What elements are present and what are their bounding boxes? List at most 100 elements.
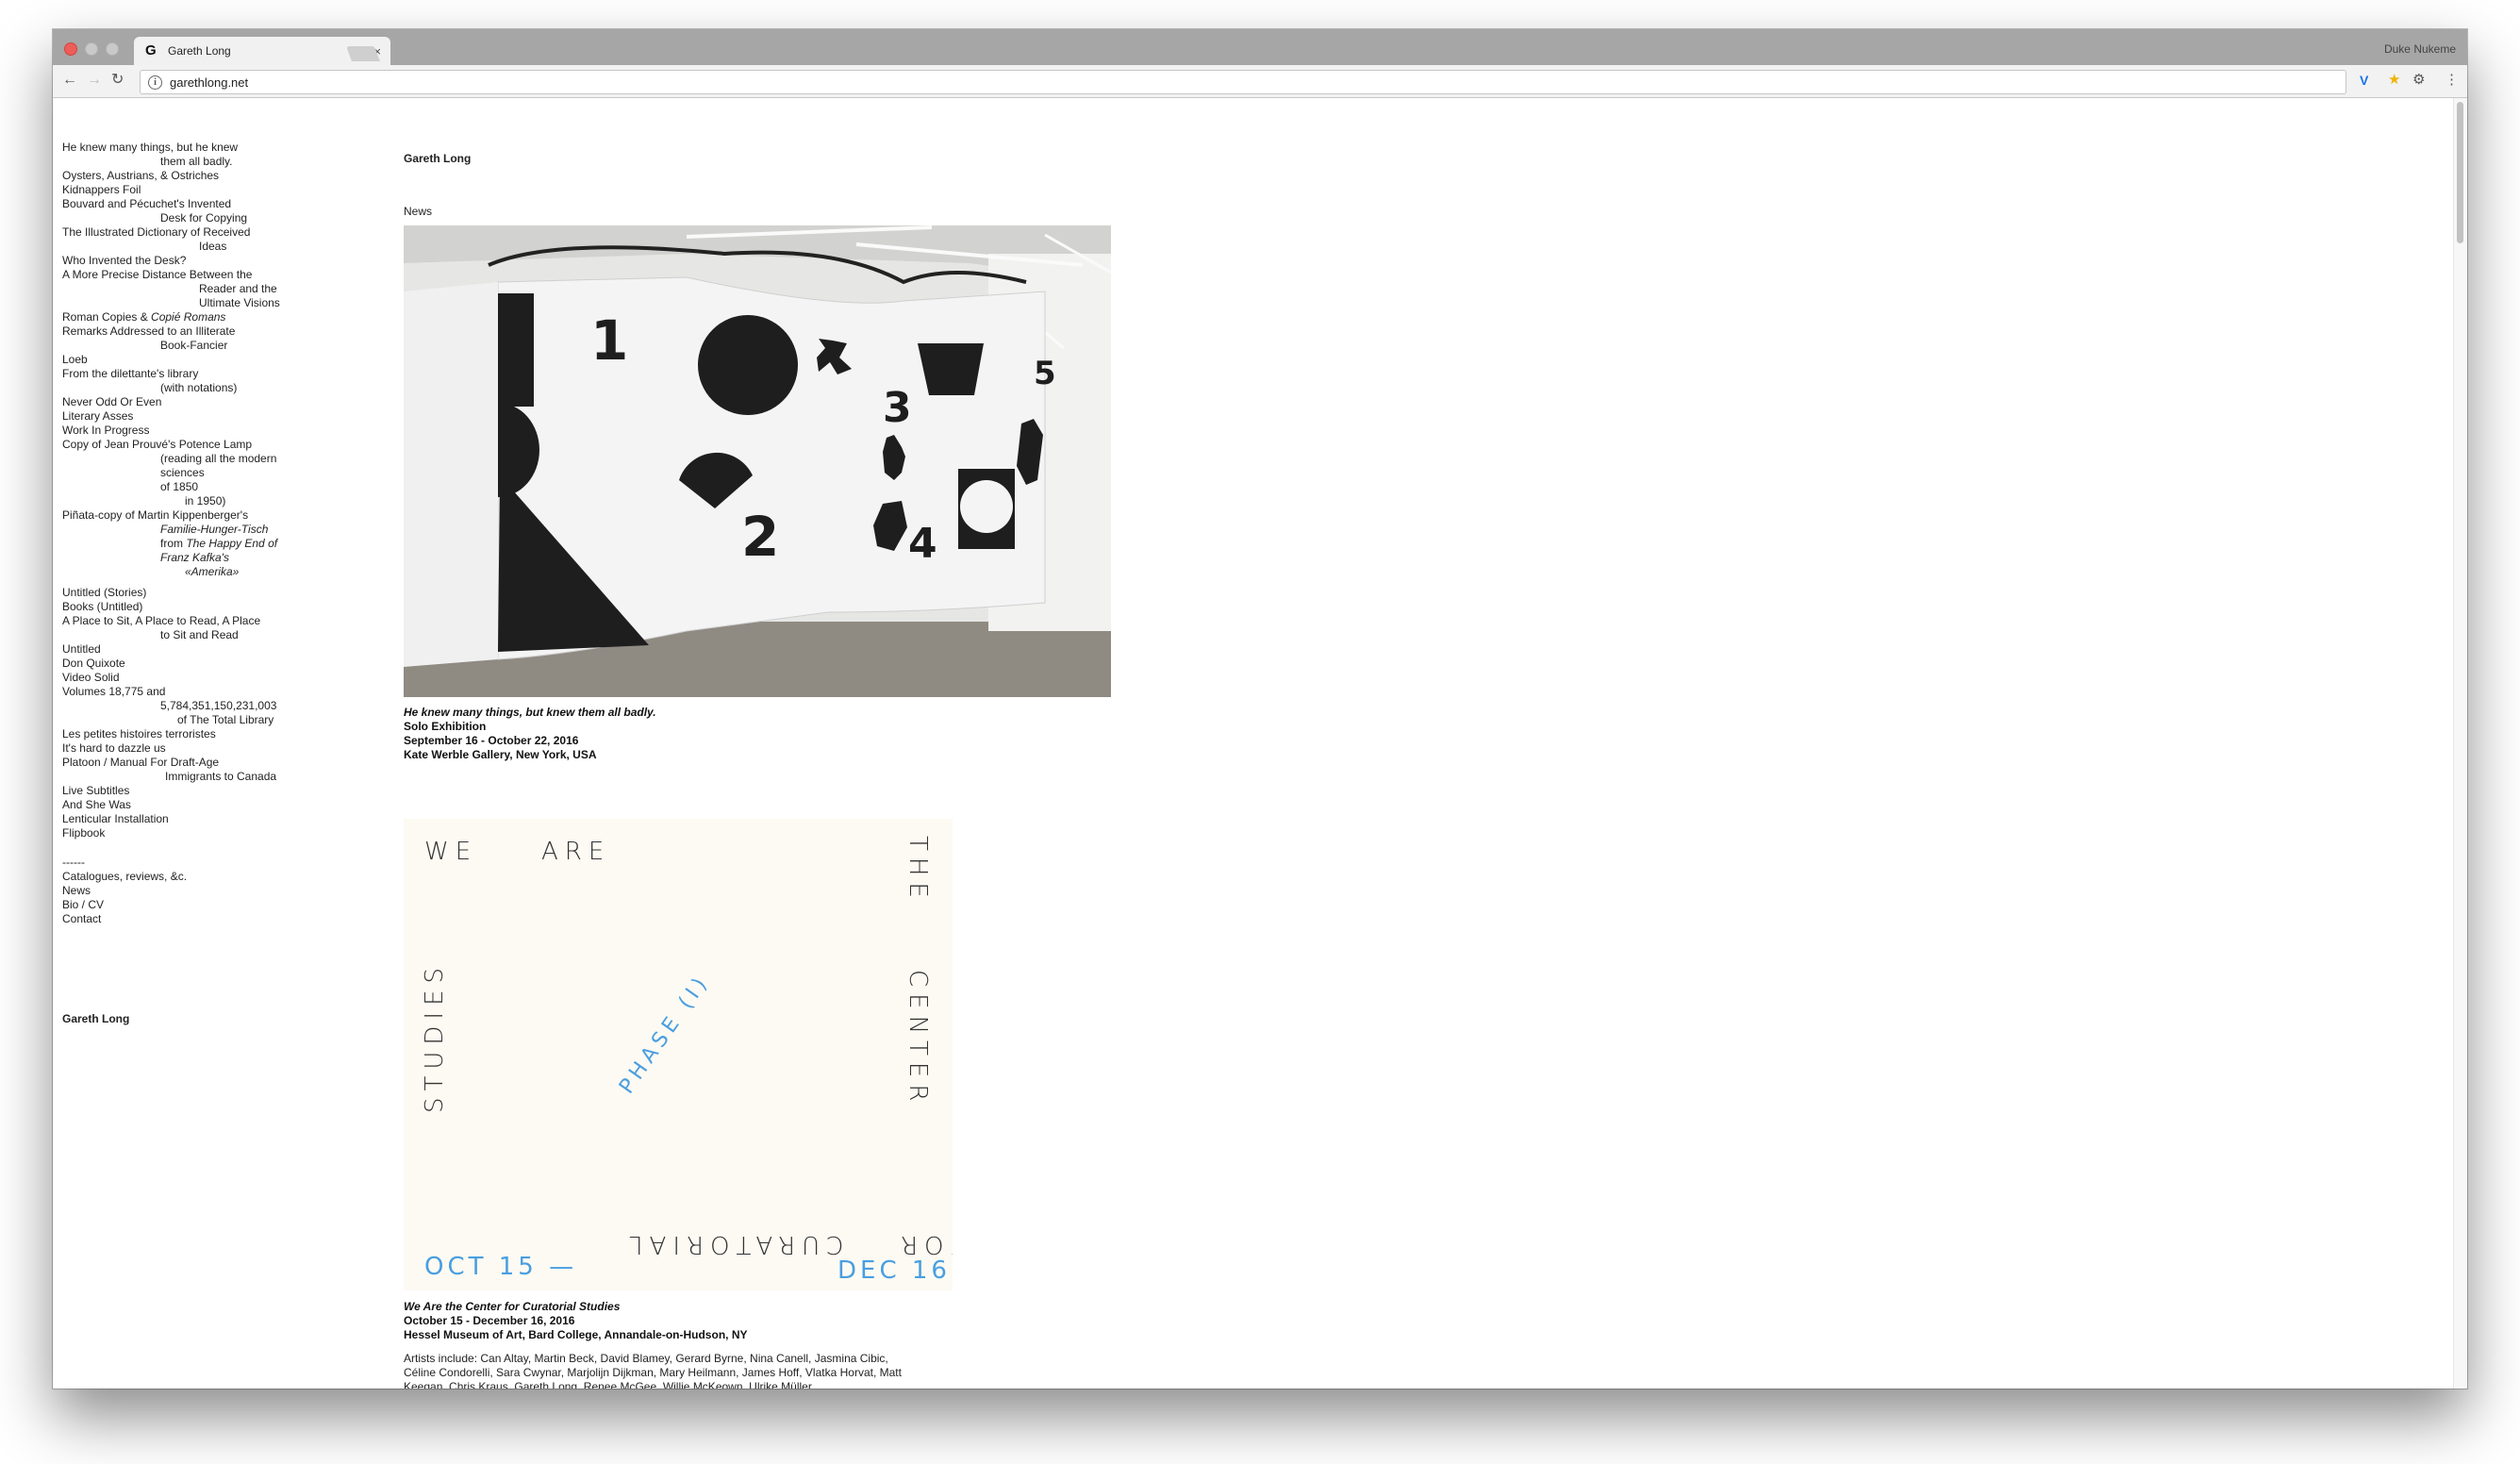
banner-number: 5 — [1034, 355, 1056, 392]
profile-name[interactable]: Duke Nukeme — [2384, 42, 2456, 56]
nav-item-books-untitled[interactable]: Books (Untitled) — [62, 600, 289, 614]
back-icon[interactable]: ← — [62, 73, 77, 88]
zoom-window-button[interactable] — [106, 42, 119, 56]
nav-item-volumes[interactable]: Volumes 18,775 and 5,784,351,150,231,003… — [62, 685, 289, 727]
nav-item-label: (reading all the modern — [160, 452, 277, 465]
favicon-icon: G — [145, 42, 157, 58]
nav-item-label: A Place to Sit, A Place to Read, A Place — [62, 614, 261, 627]
nav-item-live-subtitles[interactable]: Live Subtitles — [62, 784, 289, 798]
nav-item-he-knew[interactable]: He knew many things, but he knew them al… — [62, 141, 289, 169]
nav-item-prouve-lamp[interactable]: Copy of Jean Prouvé's Potence Lamp (read… — [62, 438, 289, 508]
project-nav: He knew many things, but he knew them al… — [62, 141, 289, 926]
nav-item-label: Copy of Jean Prouvé's Potence Lamp — [62, 438, 253, 451]
new-tab-button[interactable] — [346, 46, 380, 61]
nav-separator: ------ — [62, 856, 85, 869]
exhibition-photo[interactable]: 1 3 2 4 5 — [404, 225, 1111, 697]
nav-item-news[interactable]: News — [62, 884, 289, 898]
sync-icon[interactable]: ⚙ — [2412, 73, 2425, 88]
nav-item-label: Familie-Hunger-Tisch — [160, 523, 269, 536]
nav-item-label: Volumes 18,775 and — [62, 685, 166, 698]
nav-item-oysters[interactable]: Oysters, Austrians, & Ostriches — [62, 169, 289, 183]
nav-item-don-quixote[interactable]: Don Quixote — [62, 657, 289, 671]
nav-item-precise-distance[interactable]: A More Precise Distance Between the Read… — [62, 268, 289, 310]
exhibition-caption: We Are the Center for Curatorial Studies… — [404, 1300, 1120, 1342]
nav-item-remarks[interactable]: Remarks Addressed to an Illiterate Book-… — [62, 324, 289, 353]
close-window-button[interactable] — [64, 42, 77, 56]
nav-item-contact[interactable]: Contact — [62, 912, 289, 926]
nav-item-loeb[interactable]: Loeb — [62, 353, 289, 367]
nav-item-platoon[interactable]: Platoon / Manual For Draft-Age Immigrant… — [62, 756, 289, 784]
site-title[interactable]: Gareth Long — [404, 152, 1120, 165]
nav-item-and-she-was[interactable]: And She Was — [62, 798, 289, 812]
tab-title: Gareth Long — [168, 44, 231, 58]
nav-item-label: to Sit and Read — [160, 628, 239, 641]
nav-item-petites-histoires[interactable]: Les petites histoires terroristes — [62, 727, 289, 741]
nav-item-pinata[interactable]: Piñata-copy of Martin Kippenberger's Fam… — [62, 508, 289, 579]
nav-item-place-to-sit[interactable]: A Place to Sit, A Place to Read, A Place… — [62, 614, 289, 642]
nav-item-literary-asses[interactable]: Literary Asses — [62, 409, 289, 424]
exhibition-title[interactable]: He knew many things, but knew them all b… — [404, 706, 1120, 720]
nav-item-never-odd[interactable]: Never Odd Or Even — [62, 395, 289, 409]
nav-item-untitled-stories[interactable]: Untitled (Stories) — [62, 586, 289, 600]
address-bar[interactable]: i garethlong.net — [140, 70, 2346, 94]
nav-item-bouvard[interactable]: Bouvard and Pécuchet's Invented Desk for… — [62, 197, 289, 225]
forward-icon[interactable]: → — [87, 73, 102, 88]
sidebar-footer-name[interactable]: Gareth Long — [62, 1012, 129, 1025]
minimize-window-button[interactable] — [85, 42, 98, 56]
nav-item-label: from — [160, 537, 187, 550]
extension-icon[interactable]: V — [2360, 73, 2368, 88]
nav-item-label: (with notations) — [160, 381, 238, 394]
poster-start-date: OCT 15 — — [424, 1253, 578, 1281]
banner-number: 4 — [908, 520, 937, 568]
nav-item-dilettante[interactable]: From the dilettante's library (with nota… — [62, 367, 289, 395]
window-controls — [64, 42, 119, 56]
nav-item-work-in-progress[interactable]: Work In Progress — [62, 424, 289, 438]
nav-item-label: Reader and the — [199, 282, 277, 295]
banner-number: 2 — [741, 505, 779, 569]
vertical-scrollbar[interactable] — [2453, 98, 2467, 1389]
banner-number: 1 — [590, 308, 628, 373]
nav-item-dictionary[interactable]: The Illustrated Dictionary of Received I… — [62, 225, 289, 254]
poster-end-date: DEC 16 — [837, 1256, 951, 1285]
nav-item-bio-cv[interactable]: Bio / CV — [62, 898, 289, 912]
exhibition-venue: Kate Werble Gallery, New York, USA — [404, 748, 597, 761]
nav-item-label: of 1850 — [160, 480, 199, 493]
nav-item-label: Remarks Addressed to an Illiterate — [62, 324, 236, 338]
gallery-installation-image: 1 3 2 4 5 — [404, 225, 1111, 697]
poster-word: FOR — [894, 1230, 953, 1258]
nav-item-kidnappers[interactable]: Kidnappers Foil — [62, 183, 289, 197]
nav-item-label: Ultimate Visions — [199, 296, 280, 309]
page-viewport: He knew many things, but he knew them al… — [53, 98, 2467, 1389]
poster-word: THE — [904, 836, 932, 905]
browser-toolbar: ← → ↻ i garethlong.net V ★ ⚙ ⋮ — [53, 65, 2467, 98]
scrollbar-thumb[interactable] — [2457, 102, 2463, 243]
reload-icon[interactable]: ↻ — [111, 73, 124, 88]
star-icon[interactable]: ★ — [2388, 73, 2400, 88]
poster-word: CENTER — [904, 970, 932, 1108]
nav-item-label: The Illustrated Dictionary of Received — [62, 225, 251, 239]
nav-item-label: them all badly. — [160, 155, 233, 168]
nav-item-label: sciences — [160, 466, 205, 479]
title-bar: G Gareth Long × Duke Nukeme — [53, 29, 2467, 65]
nav-item-roman-copies[interactable]: Roman Copies & Copié Romans — [62, 310, 289, 324]
nav-item-label: Book-Fancier — [160, 339, 228, 352]
menu-icon[interactable]: ⋮ — [2445, 73, 2459, 88]
nav-item-label: Franz Kafka's — [160, 551, 229, 564]
exhibition-title[interactable]: We Are the Center for Curatorial Studies — [404, 1300, 1120, 1314]
nav-item-lenticular[interactable]: Lenticular Installation — [62, 812, 289, 826]
nav-item-label: He knew many things, but he knew — [62, 141, 239, 154]
nav-item-label: Desk for Copying — [160, 211, 248, 225]
nav-item-label: in 1950) — [185, 494, 226, 507]
poster-word: WE — [424, 838, 478, 866]
exhibition-poster[interactable]: WE ARE THE CENTER STUDIES PHASE (I) CURA… — [404, 819, 953, 1290]
info-icon[interactable]: i — [148, 75, 162, 90]
nav-item-catalogues[interactable]: Catalogues, reviews, &c. — [62, 870, 289, 884]
nav-item-desk[interactable]: Who Invented the Desk? — [62, 254, 289, 268]
nav-item-label: «Amerika» — [185, 565, 240, 578]
nav-item-untitled[interactable]: Untitled — [62, 642, 289, 657]
nav-item-label: The Happy End of — [186, 537, 278, 550]
nav-item-video-solid[interactable]: Video Solid — [62, 671, 289, 685]
browser-window: G Gareth Long × Duke Nukeme ← → ↻ i gare… — [53, 29, 2467, 1389]
nav-item-flipbook[interactable]: Flipbook — [62, 826, 289, 840]
nav-item-hard-to-dazzle[interactable]: It's hard to dazzle us — [62, 741, 289, 756]
